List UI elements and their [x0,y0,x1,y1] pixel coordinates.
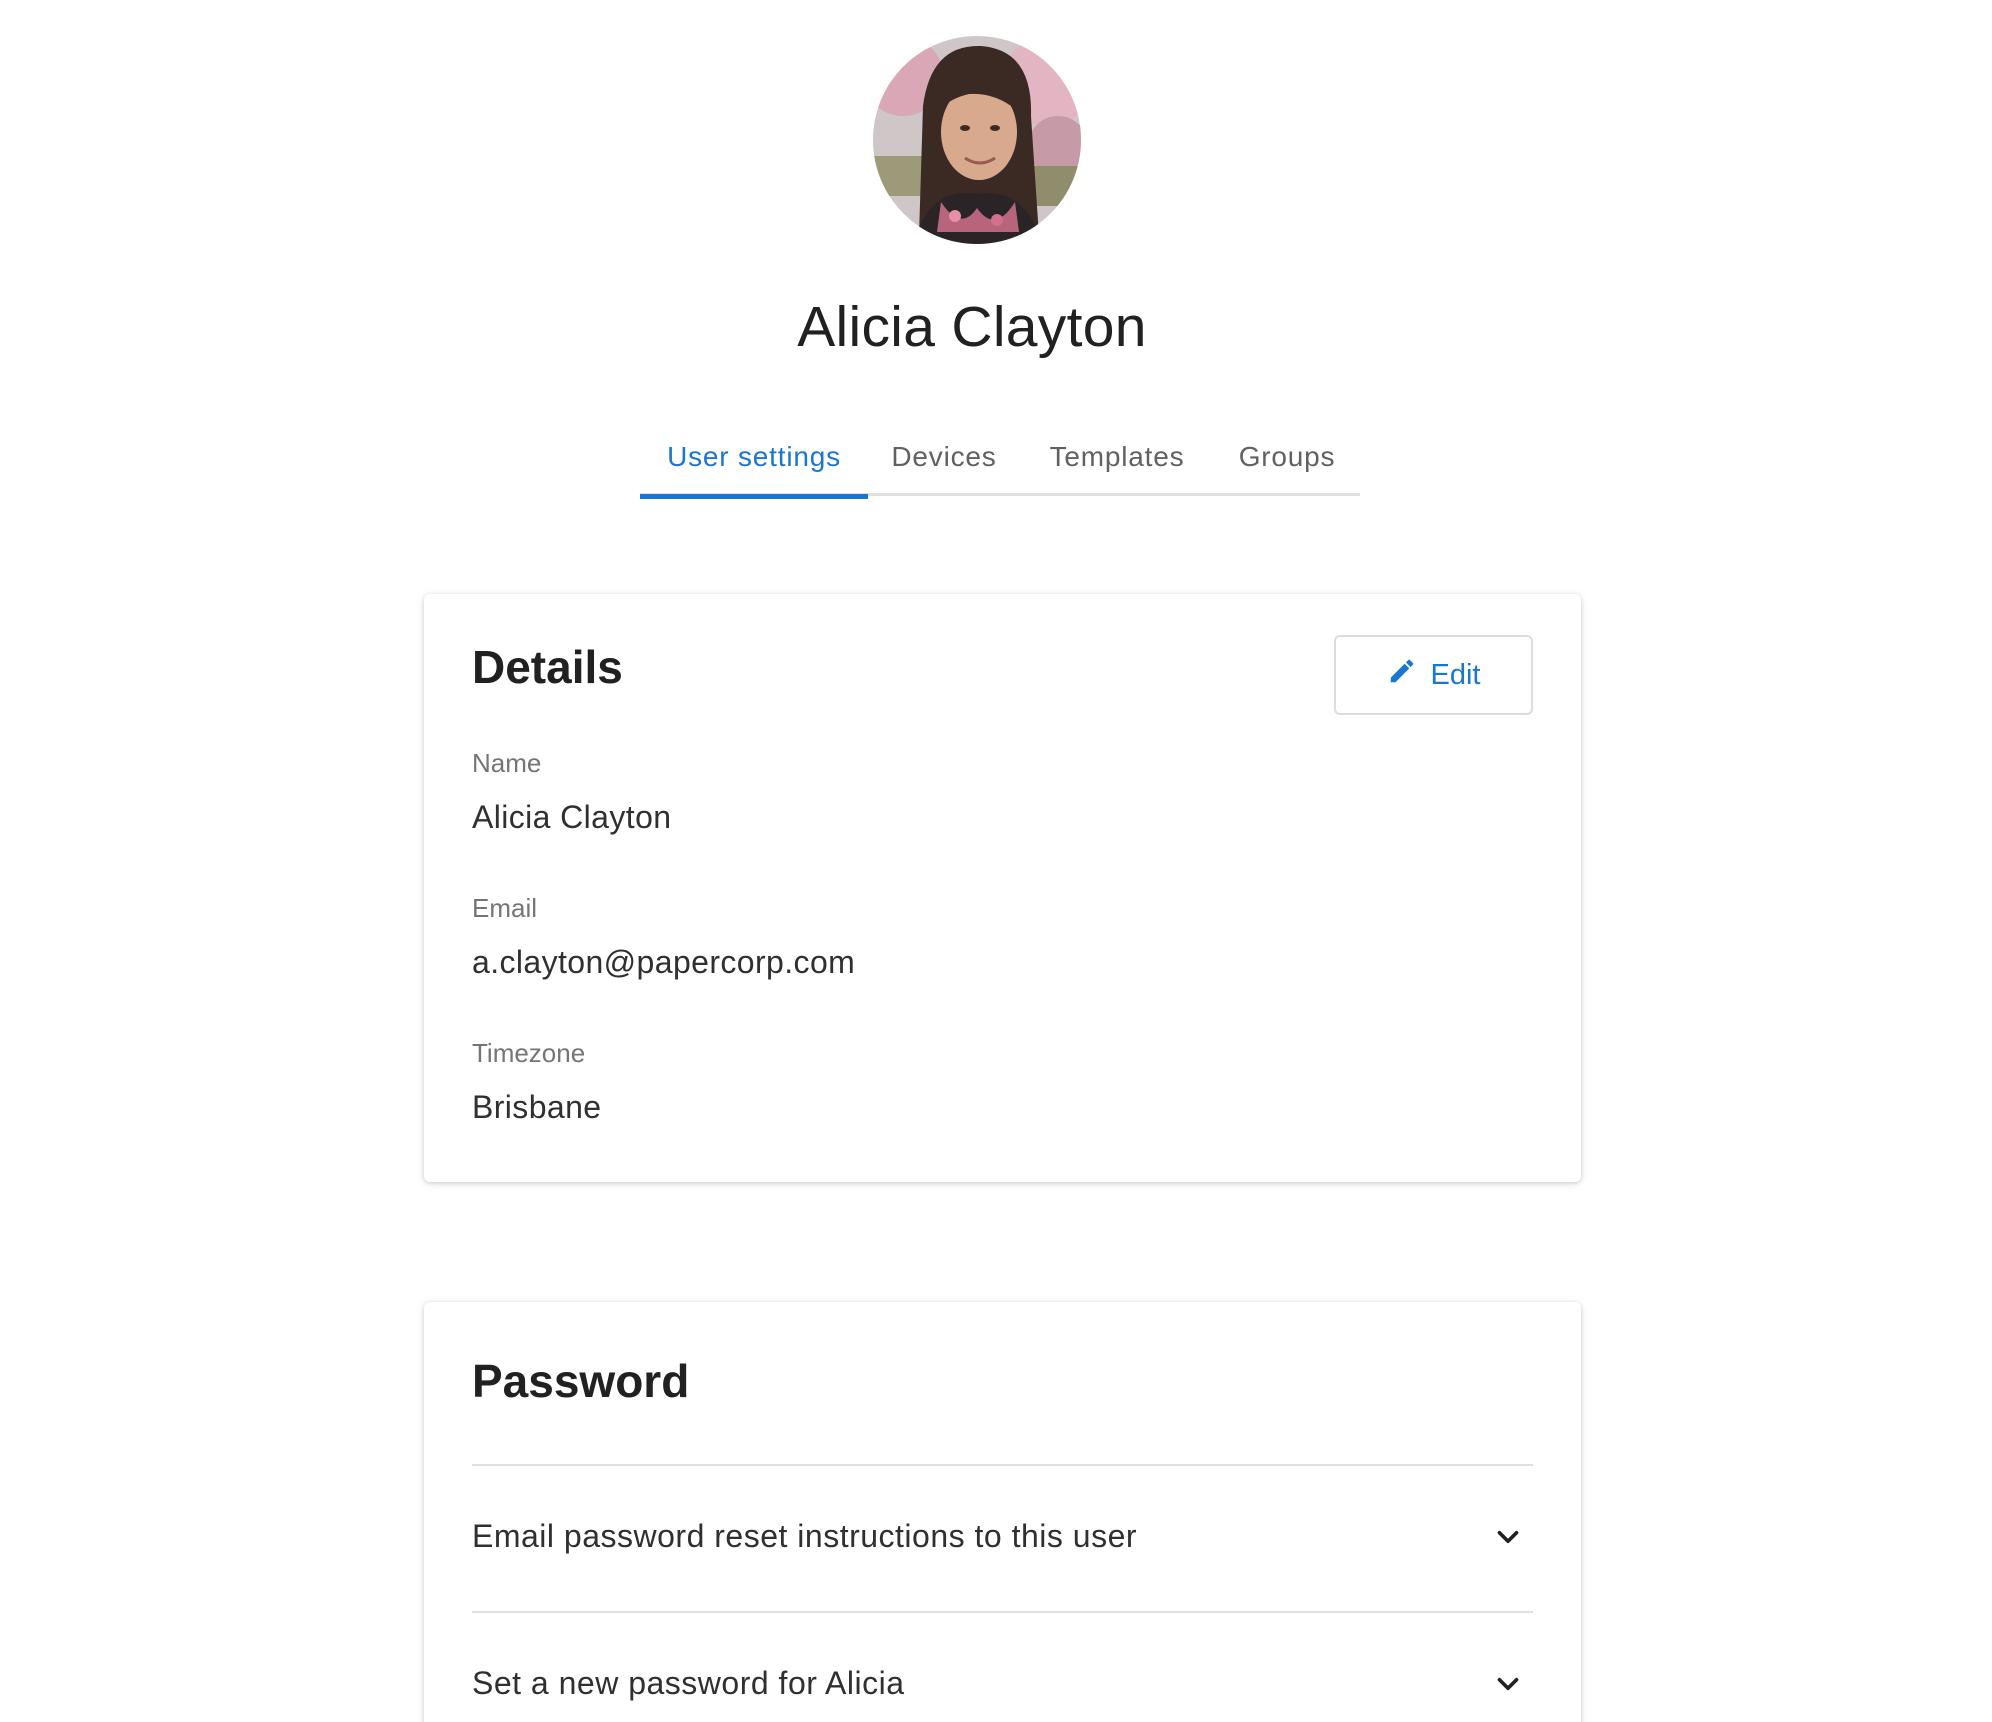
user-profile-page: Alicia Clayton User settings Devices Tem… [0,0,1992,1722]
password-title: Password [472,1355,690,1407]
name-value: Alicia Clayton [472,799,672,835]
name-label: Name [472,748,542,778]
profile-name: Alicia Clayton [797,295,1147,359]
email-reset-instructions-label: Email password reset instructions to thi… [472,1518,1138,1554]
password-card: Password Email password reset instructio… [424,1302,1581,1722]
tab-bar: User settings Devices Templates Groups [640,418,1360,499]
chevron-down-icon[interactable] [1491,1667,1525,1701]
set-new-password-row[interactable]: Set a new password for Alicia [472,1613,1533,1722]
email-value: a.clayton@papercorp.com [472,944,856,980]
tab-user-settings[interactable]: User settings [640,418,868,499]
set-new-password-label: Set a new password for Alicia [472,1665,905,1701]
tab-templates[interactable]: Templates [1020,418,1214,496]
email-label: Email [472,893,538,923]
tab-devices[interactable]: Devices [868,418,1020,496]
timezone-value: Brisbane [472,1089,602,1125]
timezone-label: Timezone [472,1038,586,1068]
details-card: Details Edit Name Alicia Clayton Email a… [424,594,1581,1182]
chevron-down-icon[interactable] [1491,1520,1525,1554]
edit-button[interactable]: Edit [1334,635,1533,715]
email-reset-instructions-row[interactable]: Email password reset instructions to thi… [472,1466,1533,1611]
pencil-icon [1387,656,1417,694]
details-title: Details [472,641,623,693]
edit-button-label: Edit [1430,658,1481,691]
tab-groups[interactable]: Groups [1214,418,1360,496]
avatar [873,36,1081,244]
